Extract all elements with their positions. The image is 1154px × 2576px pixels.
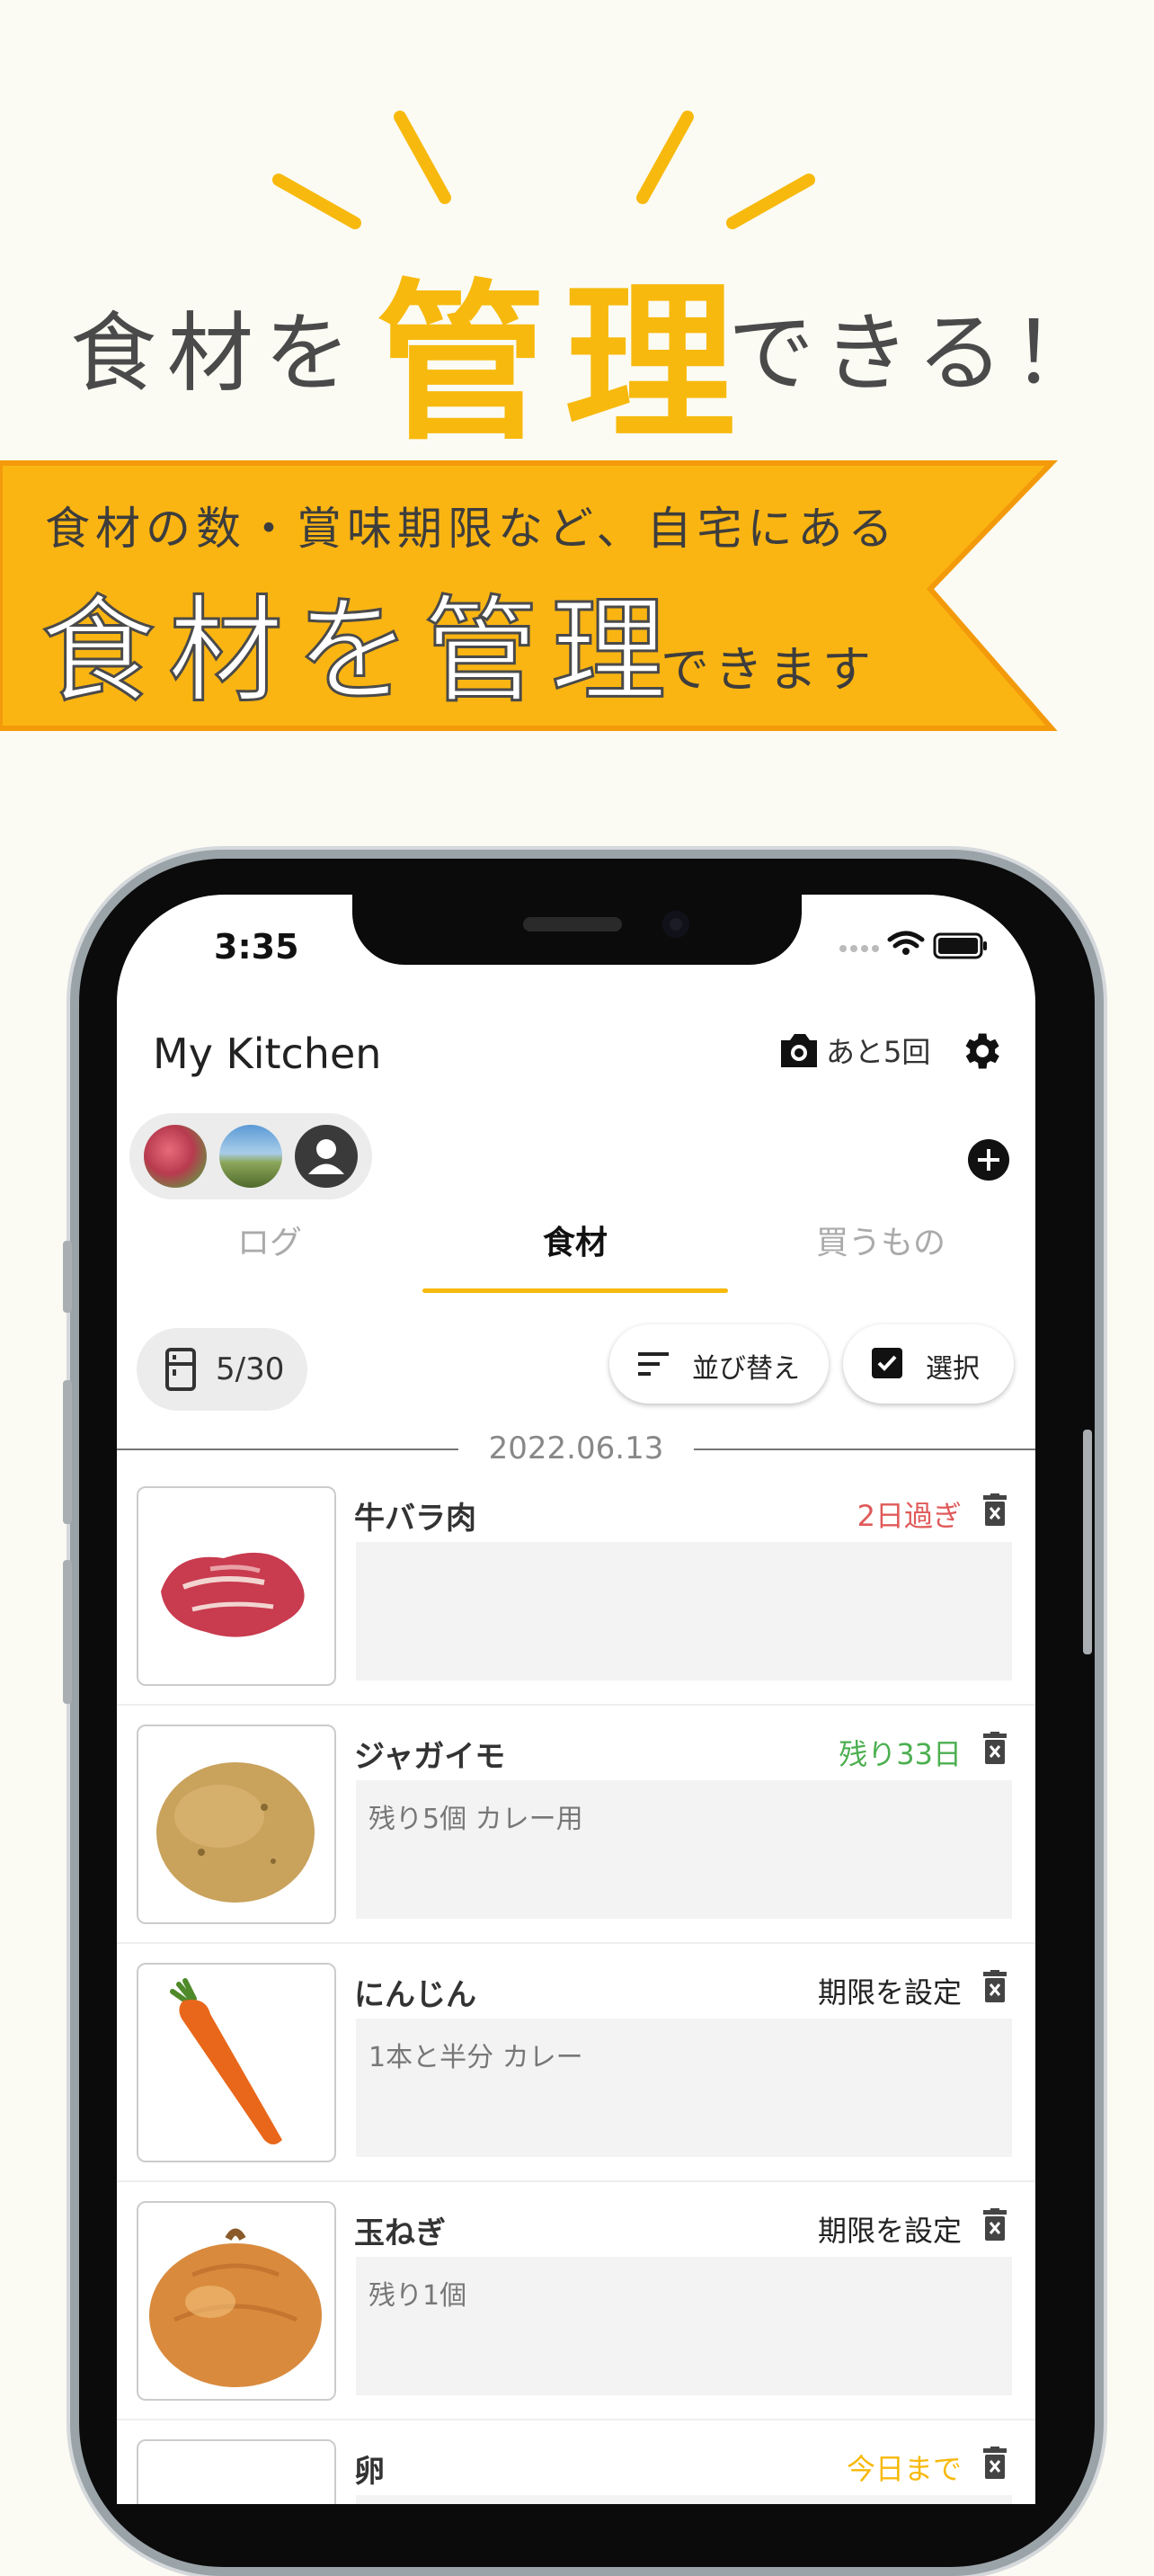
checkbox-icon xyxy=(872,1348,902,1378)
tab-ingredients[interactable]: 食材 xyxy=(422,1217,728,1270)
trash-icon[interactable] xyxy=(981,1970,1008,2002)
user-icon xyxy=(308,1139,344,1174)
status-icons xyxy=(839,931,987,959)
add-member-icon[interactable] xyxy=(966,1137,1011,1182)
ribbon-main-text: 食材を管理 xyxy=(39,584,679,720)
highlight-rays-icon xyxy=(272,111,815,229)
ingredient-item[interactable]: 卵 今日まで xyxy=(117,2423,1035,2504)
sort-button[interactable]: 並び替え xyxy=(609,1324,829,1404)
trash-icon[interactable] xyxy=(981,1493,1008,1526)
camera-icon xyxy=(781,1034,817,1067)
ingredient-name: ジャガイモ xyxy=(354,1739,506,1775)
memo-text: 残り1個 xyxy=(368,2280,467,2312)
ingredient-name: 牛バラ肉 xyxy=(354,1501,476,1537)
app-title: My Kitchen xyxy=(153,1030,382,1078)
hero-title-suffix: できる！ xyxy=(728,303,1108,404)
tab-bar: ログ 食材 買うもの xyxy=(117,1217,1035,1297)
earpiece xyxy=(523,917,622,931)
sort-icon xyxy=(638,1352,669,1376)
potato-image xyxy=(137,1725,336,1924)
carrot-image xyxy=(137,1963,336,2162)
memo-field[interactable]: 残り5個 カレー用 xyxy=(356,1780,1012,1919)
member-avatar-3[interactable] xyxy=(295,1125,358,1188)
member-avatar-1[interactable] xyxy=(144,1125,207,1188)
date-label: 2022.06.13 xyxy=(458,1431,694,1466)
status-time: 3:35 xyxy=(214,927,299,967)
fridge-icon xyxy=(165,1348,196,1391)
memo-field[interactable]: 1本と半分 カレー xyxy=(356,2019,1012,2157)
ingredient-item[interactable]: 玉ねぎ 期限を設定 残り1個 xyxy=(117,2185,1035,2420)
egg-image xyxy=(137,2439,336,2504)
expiry-label[interactable]: 残り33日 xyxy=(839,1732,962,1773)
ingredient-name: 玉ねぎ xyxy=(354,2215,446,2251)
phone-mute-switch xyxy=(63,1241,72,1313)
signal-icon xyxy=(839,945,879,952)
expiry-label[interactable]: 2日過ぎ xyxy=(857,1493,962,1535)
memo-text: 1本と半分 カレー xyxy=(368,2042,583,2073)
trash-icon[interactable] xyxy=(981,2447,1008,2479)
ingredient-name: 卵 xyxy=(354,2454,385,2490)
ingredient-item[interactable]: にんじん 期限を設定 1本と半分 カレー xyxy=(117,1947,1035,2182)
tab-shopping[interactable]: 買うもの xyxy=(728,1217,1034,1270)
tab-indicator xyxy=(422,1288,728,1293)
trash-icon[interactable] xyxy=(981,2208,1008,2241)
onion-image xyxy=(137,2201,336,2401)
ribbon-tail-text: できます xyxy=(661,641,876,698)
stock-counter: 5/30 xyxy=(137,1328,307,1411)
select-label: 選択 xyxy=(926,1353,980,1385)
memo-field[interactable] xyxy=(356,1542,1012,1680)
memo-text: 残り5個 カレー用 xyxy=(368,1804,583,1835)
hero-title: 食材を 管理 できる！ xyxy=(0,0,1154,463)
wifi-icon xyxy=(887,931,925,949)
sort-label: 並び替え xyxy=(692,1353,800,1385)
expiry-label[interactable]: 期限を設定 xyxy=(818,1970,962,2011)
ingredient-name: にんじん xyxy=(354,1977,476,2013)
expiry-label[interactable]: 今日まで xyxy=(847,2447,962,2488)
memo-field[interactable] xyxy=(356,2495,1012,2504)
ingredient-item[interactable]: 牛バラ肉 2日過ぎ xyxy=(117,1470,1035,1706)
stock-count: 5/30 xyxy=(216,1351,285,1387)
ingredient-item[interactable]: ジャガイモ 残り33日 残り5個 カレー用 xyxy=(117,1708,1035,1944)
gear-icon[interactable] xyxy=(957,1028,1004,1074)
select-button[interactable]: 選択 xyxy=(843,1324,1014,1404)
tab-log[interactable]: ログ xyxy=(117,1217,422,1270)
camera-remaining-text: あと5回 xyxy=(826,1035,931,1069)
phone-notch xyxy=(352,895,802,965)
ribbon-subtitle: 食材の数・賞味期限など、自宅にある xyxy=(45,503,899,555)
phone-volume-up xyxy=(63,1380,72,1524)
phone-power-button xyxy=(1083,1430,1092,1654)
hero-title-prefix: 食材を xyxy=(70,303,361,404)
member-list[interactable] xyxy=(129,1113,372,1199)
app-screen: 3:35 My Kitchen あと5回 ログ 食材 買うもの 5/30 並び替… xyxy=(117,895,1035,2504)
battery-icon xyxy=(933,932,987,959)
trash-icon[interactable] xyxy=(981,1732,1008,1764)
meat-image xyxy=(137,1486,336,1686)
member-avatar-2[interactable] xyxy=(219,1125,282,1188)
front-camera xyxy=(662,911,689,938)
memo-field[interactable]: 残り1個 xyxy=(356,2257,1012,2395)
camera-scan-button[interactable]: あと5回 xyxy=(777,1030,930,1071)
hero-title-highlight: 管理 xyxy=(376,264,754,463)
expiry-label[interactable]: 期限を設定 xyxy=(818,2208,962,2250)
phone-volume-down xyxy=(63,1560,72,1704)
